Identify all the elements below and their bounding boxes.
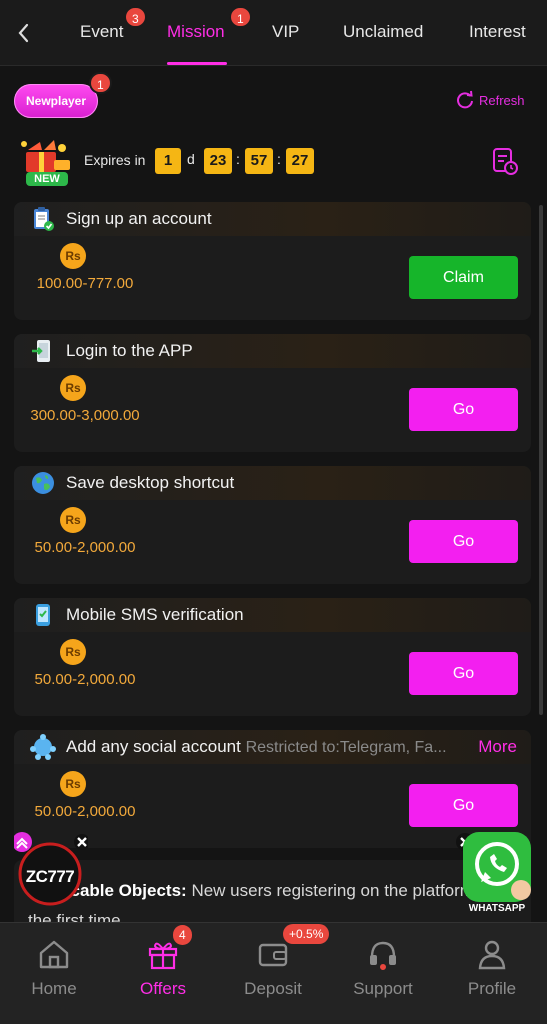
whatsapp-label: WHATSAPP (468, 903, 526, 914)
user-icon (475, 937, 509, 971)
active-tab-indicator (167, 62, 227, 65)
newplayer-chip[interactable]: Newplayer (14, 84, 98, 118)
tab-unclaimed[interactable]: Unclaimed (343, 22, 423, 42)
applicable-objects-note: Applicable Objects: New users registerin… (14, 860, 531, 930)
mission-title: Login to the APP (66, 341, 193, 360)
wallet-icon (256, 937, 290, 971)
go-button[interactable]: Go (409, 520, 518, 563)
tab-mission-badge: 1 (229, 6, 252, 28)
nav-home[interactable]: Home (4, 923, 104, 1024)
tab-event-badge: 3 (124, 6, 147, 28)
top-tab-bar: Event 3 Mission 1 VIP Unclaimed Interest (0, 0, 547, 66)
bottom-navigation: Home 4 Offers +0.5% Deposit Support Prof… (0, 922, 547, 1024)
mission-reward-amount: 300.00-3,000.00 (30, 407, 140, 424)
mission-card-sms-verification: Mobile SMS verification Rs 50.00-2,000.0… (14, 598, 531, 716)
timer-days-unit: d (187, 151, 195, 167)
nav-support[interactable]: Support (333, 923, 433, 1024)
rupee-coin-icon: Rs (60, 507, 86, 533)
tab-event[interactable]: Event (80, 22, 123, 42)
mission-card-sign-up: Sign up an account Rs 100.00-777.00 Clai… (14, 202, 531, 320)
mission-title: Save desktop shortcut (66, 473, 235, 492)
mission-reward-amount: 50.00-2,000.00 (34, 803, 136, 820)
logo-text: ZC777 (25, 867, 75, 886)
timer-minutes: 57 (245, 148, 273, 174)
tab-vip[interactable]: VIP (272, 22, 299, 42)
clipboard-icon (30, 206, 56, 232)
rupee-coin-icon: Rs (60, 243, 86, 269)
mission-reward-amount: 50.00-2,000.00 (34, 539, 136, 556)
timer-separator: : (277, 151, 281, 167)
gift-new-label: NEW (34, 173, 60, 185)
nav-deposit[interactable]: +0.5% Deposit (223, 923, 330, 1024)
rules-document-icon[interactable] (491, 146, 519, 176)
headset-icon (366, 937, 400, 971)
claim-button[interactable]: Claim (409, 256, 518, 299)
refresh-button[interactable]: Refresh (455, 90, 525, 110)
mission-list[interactable]: Sign up an account Rs 100.00-777.00 Clai… (0, 202, 547, 922)
whatsapp-floating-button[interactable]: WHATSAPP (455, 830, 539, 916)
mission-card-login: Login to the APP Rs 300.00-3,000.00 Go (14, 334, 531, 452)
app-screen: Event 3 Mission 1 VIP Unclaimed Interest… (0, 0, 547, 1024)
mission-reward-amount: 50.00-2,000.00 (34, 671, 136, 688)
go-button[interactable]: Go (409, 652, 518, 695)
home-icon (37, 937, 71, 971)
rupee-coin-icon: Rs (60, 639, 86, 665)
rupee-coin-icon: Rs (60, 375, 86, 401)
timer-seconds: 27 (286, 148, 314, 174)
sms-phone-icon (30, 602, 56, 628)
gift-new-icon: NEW (18, 136, 76, 188)
globe-icon (30, 470, 56, 496)
timer-days: 1 (155, 148, 181, 174)
scrollbar[interactable] (539, 205, 543, 715)
timer-hours: 23 (204, 148, 232, 174)
go-button[interactable]: Go (409, 388, 518, 431)
mission-title: Mobile SMS verification (66, 605, 244, 624)
more-link[interactable]: More (478, 737, 517, 757)
refresh-icon (457, 90, 473, 109)
timer-separator: : (236, 151, 240, 167)
mission-title: Add any social account Restricted to:Tel… (66, 737, 447, 756)
nav-profile[interactable]: Profile (442, 923, 542, 1024)
offers-badge: 4 (173, 925, 192, 945)
deposit-bonus-badge: +0.5% (283, 924, 330, 944)
restriction-text: Restricted to:Telegram, Fa... (245, 739, 447, 756)
phone-login-icon (30, 338, 56, 364)
zc777-floating-logo[interactable]: ZC777 (12, 832, 90, 906)
go-button[interactable]: Go (409, 784, 518, 827)
mission-reward-amount: 100.00-777.00 (36, 275, 134, 292)
back-arrow-icon[interactable] (12, 20, 36, 46)
social-icon (30, 734, 56, 760)
rupee-coin-icon: Rs (60, 771, 86, 797)
tab-mission[interactable]: Mission (167, 22, 225, 42)
tab-interest[interactable]: Interest (469, 22, 526, 42)
mission-card-desktop-shortcut: Save desktop shortcut Rs 50.00-2,000.00 … (14, 466, 531, 584)
nav-offers[interactable]: 4 Offers (113, 923, 213, 1024)
mission-card-social-account: Add any social account Restricted to:Tel… (14, 730, 531, 848)
newplayer-chip-badge: 1 (89, 72, 112, 94)
expires-label: Expires in (84, 152, 146, 168)
mission-title: Sign up an account (66, 209, 212, 228)
